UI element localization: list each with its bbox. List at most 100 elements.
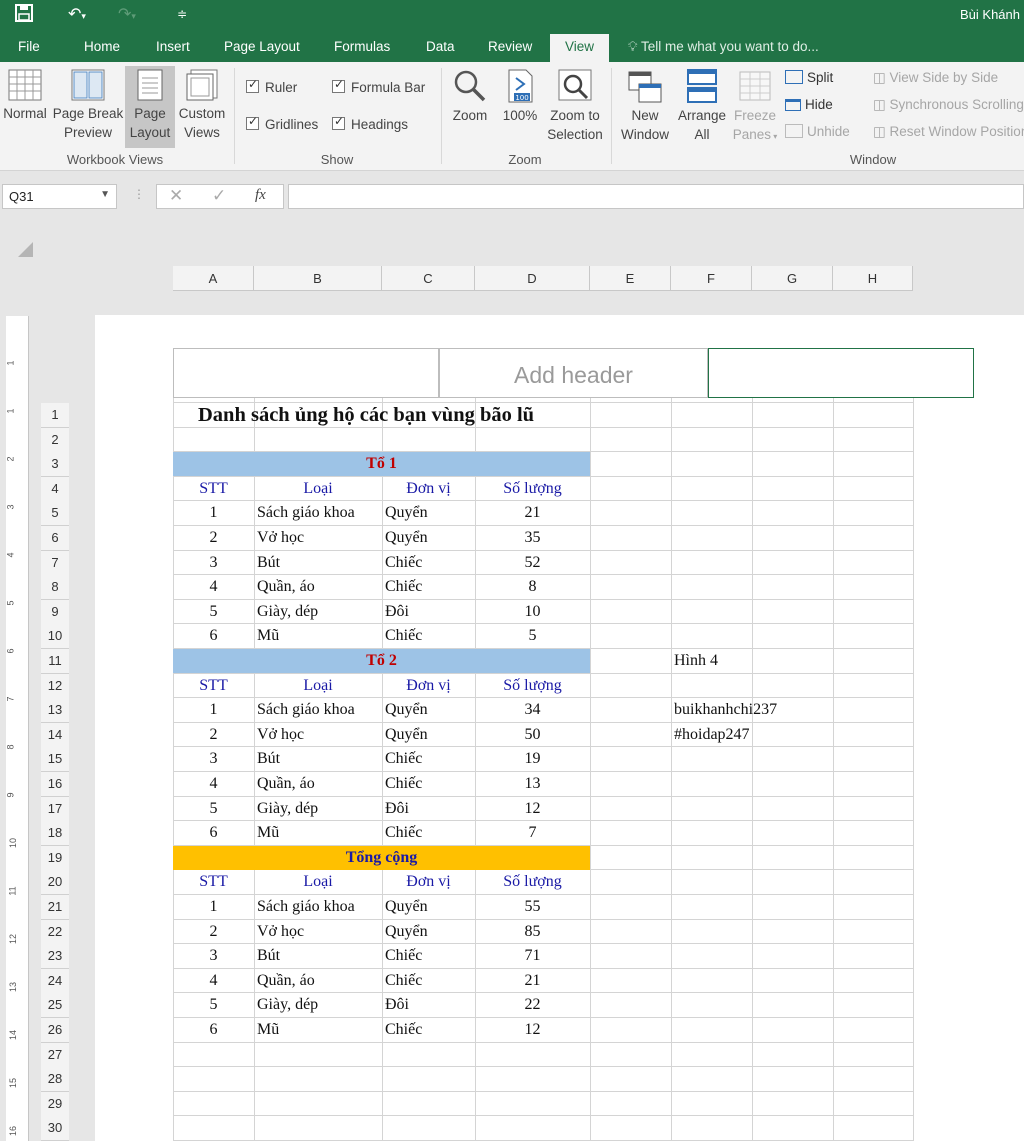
- unit-cell[interactable]: Quyển: [385, 895, 428, 919]
- zoom-button[interactable]: Zoom: [446, 62, 494, 125]
- headings-checkbox[interactable]: Headings: [332, 114, 408, 132]
- stt-cell[interactable]: 5: [173, 993, 254, 1017]
- tab-data[interactable]: Data: [426, 39, 455, 54]
- item-cell[interactable]: Vở học: [257, 526, 304, 550]
- quantity-cell[interactable]: 5: [475, 624, 590, 648]
- row-header[interactable]: 3: [41, 452, 69, 477]
- stt-cell[interactable]: 4: [173, 969, 254, 993]
- undo-icon[interactable]: ↶▾: [68, 4, 86, 24]
- row-header[interactable]: 18: [41, 821, 69, 846]
- quantity-cell[interactable]: 19: [475, 747, 590, 771]
- quantity-cell[interactable]: 12: [475, 1018, 590, 1042]
- column-header[interactable]: H: [833, 266, 913, 291]
- stt-cell[interactable]: 2: [173, 920, 254, 944]
- row-header[interactable]: 1: [41, 403, 69, 428]
- column-header[interactable]: F: [671, 266, 752, 291]
- table-header-cell[interactable]: STT: [173, 477, 254, 501]
- table-header-cell[interactable]: Số lượng: [475, 477, 590, 501]
- stt-cell[interactable]: 6: [173, 1018, 254, 1042]
- customize-quick-access-icon[interactable]: ≑: [177, 7, 187, 21]
- tab-file[interactable]: File: [18, 39, 40, 54]
- column-header[interactable]: C: [382, 266, 475, 291]
- row-header[interactable]: 11: [41, 649, 69, 674]
- quantity-cell[interactable]: 55: [475, 895, 590, 919]
- item-cell[interactable]: Quần, áo: [257, 575, 315, 599]
- table-header-cell[interactable]: Đơn vị: [382, 870, 475, 894]
- tell-me-search[interactable]: 💡︎ Tell me what you want to do...: [628, 39, 819, 55]
- select-all-corner[interactable]: [18, 242, 33, 257]
- stt-cell[interactable]: 2: [173, 526, 254, 550]
- row-header[interactable]: 28: [41, 1067, 69, 1092]
- stt-cell[interactable]: 3: [173, 944, 254, 968]
- unit-cell[interactable]: Quyển: [385, 698, 428, 722]
- table-header-cell[interactable]: Loại: [254, 477, 382, 501]
- quantity-cell[interactable]: 22: [475, 993, 590, 1017]
- group-title-cell[interactable]: Tổ 1: [173, 452, 590, 476]
- gridlines-checkbox[interactable]: Gridlines: [246, 114, 318, 132]
- note-cell[interactable]: #hoidap247: [674, 723, 750, 747]
- row-header[interactable]: 12: [41, 674, 69, 699]
- unit-cell[interactable]: Quyển: [385, 723, 428, 747]
- row-header[interactable]: 8: [41, 575, 69, 600]
- item-cell[interactable]: Sách giáo khoa: [257, 698, 355, 722]
- unit-cell[interactable]: Quyển: [385, 526, 428, 550]
- unit-cell[interactable]: Chiếc: [385, 551, 422, 575]
- stt-cell[interactable]: 4: [173, 575, 254, 599]
- quantity-cell[interactable]: 50: [475, 723, 590, 747]
- arrange-all-button[interactable]: Arrange All: [674, 62, 730, 144]
- unit-cell[interactable]: Chiếc: [385, 747, 422, 771]
- column-header[interactable]: B: [254, 266, 382, 291]
- row-header[interactable]: 5: [41, 501, 69, 526]
- quantity-cell[interactable]: 85: [475, 920, 590, 944]
- unit-cell[interactable]: Đôi: [385, 797, 409, 821]
- item-cell[interactable]: Quần, áo: [257, 969, 315, 993]
- row-header[interactable]: 6: [41, 526, 69, 551]
- row-header[interactable]: 22: [41, 920, 69, 945]
- row-header[interactable]: 26: [41, 1018, 69, 1043]
- quantity-cell[interactable]: 13: [475, 772, 590, 796]
- group-title-cell[interactable]: Tổ 2: [173, 649, 590, 673]
- tab-home[interactable]: Home: [84, 39, 120, 54]
- chevron-down-icon[interactable]: ▼: [100, 189, 110, 200]
- tab-insert[interactable]: Insert: [156, 39, 190, 54]
- user-name[interactable]: Bùi Khánh: [960, 7, 1020, 22]
- page-layout-view-button[interactable]: Page Layout: [125, 66, 175, 148]
- ruler-checkbox[interactable]: Ruler: [246, 77, 297, 95]
- quantity-cell[interactable]: 8: [475, 575, 590, 599]
- row-header[interactable]: 17: [41, 797, 69, 822]
- row-header[interactable]: 15: [41, 747, 69, 772]
- unit-cell[interactable]: Chiếc: [385, 772, 422, 796]
- note-cell[interactable]: Hình 4: [674, 649, 718, 673]
- row-header[interactable]: 29: [41, 1092, 69, 1117]
- tab-review[interactable]: Review: [488, 39, 532, 54]
- table-header-cell[interactable]: Loại: [254, 870, 382, 894]
- enter-icon[interactable]: ✓: [212, 186, 226, 206]
- item-cell[interactable]: Mũ: [257, 821, 279, 845]
- table-header-cell[interactable]: Số lượng: [475, 870, 590, 894]
- normal-view-button[interactable]: Normal: [0, 62, 50, 123]
- unit-cell[interactable]: Chiếc: [385, 624, 422, 648]
- stt-cell[interactable]: 5: [173, 600, 254, 624]
- header-left-section[interactable]: [173, 348, 439, 398]
- table-header-cell[interactable]: Số lượng: [475, 674, 590, 698]
- tab-view[interactable]: View: [550, 34, 610, 62]
- unit-cell[interactable]: Đôi: [385, 993, 409, 1017]
- sheet-title-cell[interactable]: Danh sách ủng hộ các bạn vùng bão lũ: [198, 403, 534, 427]
- row-header[interactable]: 25: [41, 993, 69, 1018]
- formula-bar-checkbox[interactable]: Formula Bar: [332, 77, 425, 95]
- stt-cell[interactable]: 2: [173, 723, 254, 747]
- tab-formulas[interactable]: Formulas: [334, 39, 390, 54]
- stt-cell[interactable]: 6: [173, 821, 254, 845]
- unit-cell[interactable]: Chiếc: [385, 575, 422, 599]
- group-title-cell[interactable]: Tổng cộng: [173, 846, 590, 870]
- custom-views-button[interactable]: Custom Views: [176, 62, 228, 142]
- item-cell[interactable]: Vở học: [257, 723, 304, 747]
- save-icon[interactable]: [15, 4, 33, 27]
- item-cell[interactable]: Bút: [257, 551, 280, 575]
- table-header-cell[interactable]: STT: [173, 674, 254, 698]
- column-header[interactable]: G: [752, 266, 833, 291]
- quantity-cell[interactable]: 21: [475, 969, 590, 993]
- item-cell[interactable]: Sách giáo khoa: [257, 895, 355, 919]
- unit-cell[interactable]: Chiếc: [385, 969, 422, 993]
- stt-cell[interactable]: 1: [173, 501, 254, 525]
